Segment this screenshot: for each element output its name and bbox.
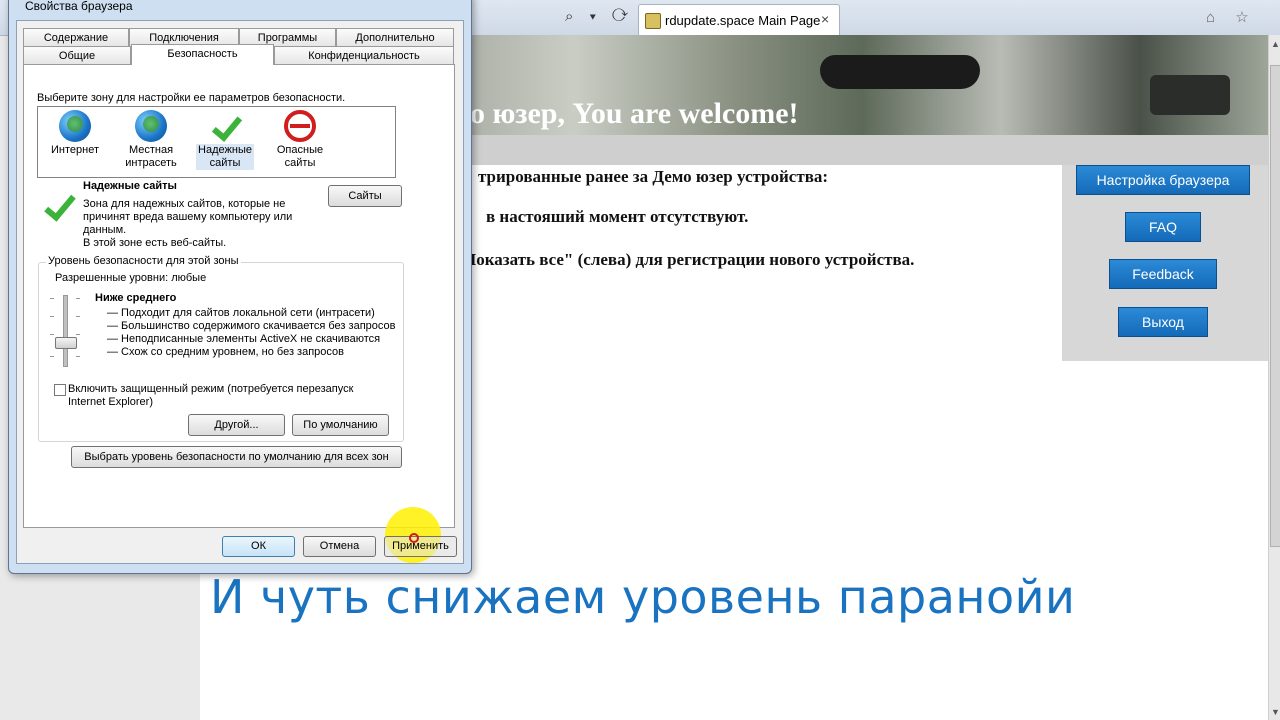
custom-level-button[interactable]: Другой... (188, 414, 285, 436)
vertical-scrollbar[interactable]: ▲ ▼ (1268, 35, 1280, 720)
zone-label: Опасные (276, 144, 324, 156)
slider-tick (76, 334, 80, 335)
devices-hint-text: Показать все" (слева) для регистрации но… (463, 250, 915, 269)
security-level-group-title: Уровень безопасности для этой зоны (46, 255, 241, 267)
slider-tick (50, 316, 54, 317)
tab-security[interactable]: Безопасность (131, 44, 274, 65)
zone-description: причинят вреда вашему компьютеру или (83, 211, 293, 223)
zone-intranet[interactable]: Местная интрасеть (122, 110, 180, 170)
apply-button[interactable]: Применить (384, 536, 457, 557)
zone-description: В этой зоне есть веб-сайты. (83, 237, 227, 249)
level-item: — Большинство содержимого скачивается бе… (107, 320, 396, 332)
forbidden-icon (284, 110, 316, 142)
slider-tick (76, 316, 80, 317)
zone-restricted-sites[interactable]: Опасные сайты (271, 110, 329, 170)
level-name: Ниже среднего (95, 292, 177, 304)
cursor-click-icon (409, 533, 419, 543)
zone-label: сайты (284, 157, 316, 169)
devices-empty-text: в настояший момент отсутствуют. (486, 207, 749, 226)
slider-tick (76, 356, 80, 357)
zone-title: Надежные сайты (83, 180, 177, 192)
mirror-image (820, 55, 980, 89)
protected-mode-checkbox[interactable] (54, 384, 66, 396)
intranet-globe-icon (135, 110, 167, 142)
video-caption: И чуть снижаем уровень паранойи (210, 570, 1076, 624)
slider-tick (50, 298, 54, 299)
level-item: — Подходит для сайтов локальной сети (ин… (107, 307, 375, 319)
tab-privacy[interactable]: Конфиденциальность (274, 46, 454, 64)
ok-button[interactable]: ОК (222, 536, 295, 557)
level-item: — Неподписанные элементы ActiveX не скач… (107, 333, 381, 345)
browser-tab[interactable]: rdupdate.space Main Page × (638, 4, 840, 36)
devices-heading: трированные ранее за Демо юзер устройств… (478, 167, 829, 186)
globe-icon (59, 110, 91, 142)
slider-tick (76, 298, 80, 299)
zone-trusted-sites[interactable]: Надежные сайты (196, 110, 254, 170)
checkmark-icon (209, 110, 241, 142)
zone-description: данным. (83, 224, 127, 236)
scroll-down-icon[interactable]: ▼ (1271, 707, 1280, 717)
zone-label: Надежные (196, 144, 254, 157)
tab-title: rdupdate.space Main Page (665, 13, 821, 28)
slider-tick (50, 356, 54, 357)
scroll-thumb[interactable] (1270, 65, 1280, 547)
scroll-up-icon[interactable]: ▲ (1271, 39, 1280, 49)
dialog-title: Свойства браузера (25, 0, 133, 13)
address-tools[interactable]: ⌕ ▾ ⟳ (565, 8, 634, 25)
favicon-icon (645, 13, 661, 29)
security-level-slider-track[interactable] (63, 295, 68, 367)
cancel-button[interactable]: Отмена (303, 536, 376, 557)
tab-general[interactable]: Общие (23, 46, 131, 64)
zone-label: Местная (128, 144, 174, 156)
zone-prompt: Выберите зону для настройки ее параметро… (37, 92, 346, 104)
zone-label: интрасеть (125, 157, 177, 169)
slider-tick (50, 334, 54, 335)
tab-advanced[interactable]: Дополнительно (336, 28, 454, 46)
default-level-button[interactable]: По умолчанию (292, 414, 389, 436)
banner-welcome-text: о юзер, You are welcome! (470, 97, 799, 130)
zone-label: Интернет (51, 144, 99, 156)
exit-button[interactable]: Выход (1118, 307, 1208, 337)
home-favorites-icons[interactable]: ⌂ ☆ (1206, 8, 1257, 26)
sites-button[interactable]: Сайты (328, 185, 402, 207)
zone-label: сайты (196, 157, 254, 170)
protected-mode-label: Включить защищенный режим (потребуется п… (68, 383, 354, 395)
allowed-levels: Разрешенные уровни: любые (55, 272, 207, 284)
zone-internet[interactable]: Интернет (46, 110, 104, 157)
reset-all-zones-button[interactable]: Выбрать уровень безопасности по умолчани… (71, 446, 402, 468)
tab-content[interactable]: Содержание (23, 28, 129, 46)
browser-settings-button[interactable]: Настройка браузера (1076, 165, 1250, 195)
device-image (1150, 75, 1230, 115)
level-item: — Схож со средним уровнем, но без запрос… (107, 346, 344, 358)
security-level-slider-thumb[interactable] (55, 337, 77, 349)
protected-mode-label: Internet Explorer) (68, 396, 153, 408)
tab-close-icon[interactable]: × (821, 11, 829, 27)
faq-button[interactable]: FAQ (1125, 212, 1201, 242)
zone-list: Интернет Местная интрасеть Надежные сайт… (37, 106, 396, 178)
feedback-button[interactable]: Feedback (1109, 259, 1217, 289)
trusted-checkmark-icon (42, 192, 72, 222)
zone-description: Зона для надежных сайтов, которые не (83, 198, 286, 210)
